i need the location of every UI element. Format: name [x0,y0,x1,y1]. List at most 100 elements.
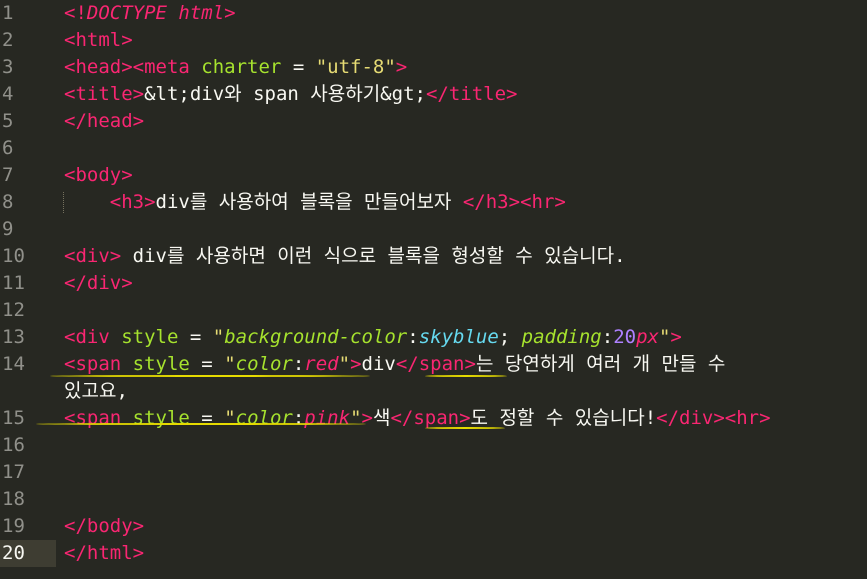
code-token: <title> [64,83,145,105]
code-token: > [395,56,408,78]
line-number: 19 [2,515,25,537]
code-token: <! [64,2,87,24]
code-token: " [658,326,671,348]
code-token: color [235,353,293,375]
code-line[interactable]: 5 </head> [0,108,867,135]
annotation-underline [425,375,507,377]
code-line[interactable]: 12 [0,297,867,324]
code-token: <html> [64,29,133,51]
code-token: = [178,326,213,348]
line-number: 5 [2,110,14,132]
code-line[interactable]: 13 <div style = "background-color:skyblue… [0,324,867,351]
code-token: = [189,407,225,429]
line-number: 14 [2,353,25,375]
line-number: 17 [2,461,25,483]
code-token: <span [64,407,122,429]
line-number: 1 [2,2,14,24]
code-token: > [361,407,373,429]
code-token: ; [498,326,522,348]
line-number: 10 [2,245,25,267]
code-token: > [224,2,236,24]
code-line[interactable]: 11 </div> [0,270,867,297]
code-line[interactable]: 3 <head><meta charter = "utf-8"> [0,54,867,81]
code-token: <span [64,353,122,375]
code-token: : [601,326,614,348]
code-token: padding [521,326,602,348]
code-token: " [212,326,225,348]
code-token: </body> [64,515,145,537]
code-token: <hr> [724,407,771,429]
line-number: 9 [2,218,14,240]
code-token: style [132,407,190,429]
code-token: > [350,353,362,375]
line-number: 13 [2,326,25,348]
code-line[interactable]: 18 [0,486,867,513]
code-content [64,432,864,459]
code-token: 있고요, [64,380,128,402]
code-line[interactable]: 2 <html> [0,27,867,54]
code-content: <title>&lt;div와 span 사용하기&gt;</title> [64,81,864,108]
code-content: <div style = "background-color:skyblue; … [64,324,864,351]
code-content: </head> [64,108,864,135]
code-token: color [235,407,293,429]
code-content: <div> div를 사용하면 이런 식으로 블록을 형성할 수 있습니다. [64,243,864,270]
code-token: <hr> [520,191,566,213]
code-token: style [121,326,179,348]
code-token: = [189,353,225,375]
code-token: 색 [372,407,391,429]
code-token: <div> [64,245,122,267]
line-number: 18 [2,488,25,510]
code-token: 는 당연하게 여러 개 만들 수 [475,353,726,375]
line-number: 3 [2,56,14,78]
code-token: </span> [395,353,476,375]
line-number: 15 [2,407,25,429]
code-token: div를 사용하여 블록을 만들어보자 [155,191,463,213]
code-token: <meta [132,56,190,78]
code-token: div를 사용하면 이런 식으로 블록을 형성할 수 있습니다. [121,245,626,267]
line-number: 7 [2,164,14,186]
code-token: charter [201,56,282,78]
code-line[interactable]: 19 </body> [0,513,867,540]
annotation-underline [425,427,505,429]
code-token: </span> [390,407,471,429]
code-token: : [292,407,305,429]
code-token: &lt;div와 span 사용하기&gt; [144,83,426,105]
code-line[interactable]: 10 <div> div를 사용하면 이런 식으로 블록을 형성할 수 있습니다. [0,243,867,270]
code-line[interactable]: 20 </html> [0,540,867,567]
code-token: : [292,353,305,375]
code-token: <head> [64,56,133,78]
code-content: </div> [64,270,864,297]
line-number: 11 [2,272,25,294]
code-editor[interactable]: 1 <!DOCTYPE html> 2 <html> 3 <head><meta char… [0,0,867,579]
code-line[interactable]: 6 [0,135,867,162]
code-token: " [224,353,236,375]
line-number: 4 [2,83,14,105]
indent-guide [63,192,64,213]
code-token: DOCTYPE html [86,2,225,24]
code-line[interactable]: 17 [0,459,867,486]
code-token: <h3> [109,191,156,213]
code-line[interactable]: 14 <span style = "color:red">div</span>는 … [0,351,867,405]
code-content: <html> [64,27,864,54]
line-number: 16 [2,434,25,456]
code-line[interactable]: 4 <title>&lt;div와 span 사용하기&gt;</title> [0,81,867,108]
annotation-underline [50,375,370,377]
code-token: <body> [64,164,133,186]
code-content: <body> [64,162,864,189]
code-token: pink [304,407,351,429]
code-token: </h3> [462,191,521,213]
code-line[interactable]: 16 [0,432,867,459]
code-line[interactable]: 7 <body> [0,162,867,189]
code-token: </head> [64,110,145,132]
code-line[interactable]: 8 <h3>div를 사용하여 블록을 만들어보자 </h3><hr> [0,189,867,216]
code-line[interactable]: 1 <!DOCTYPE html> [0,0,867,27]
code-content [64,216,864,243]
code-token: </title> [425,83,518,105]
code-content [64,135,864,162]
code-line[interactable]: 9 [0,216,867,243]
code-token: 도 정할 수 있습니다! [470,407,657,429]
